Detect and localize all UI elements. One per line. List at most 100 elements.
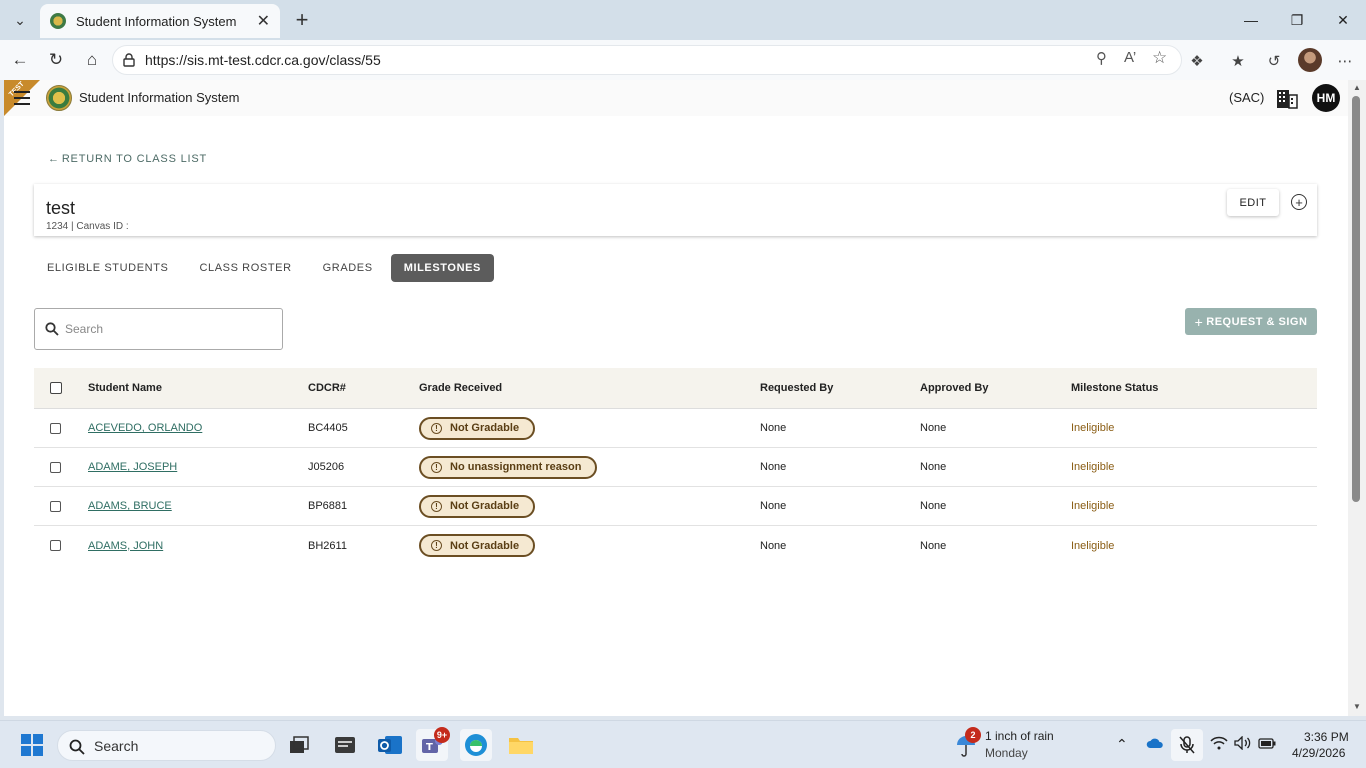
table-row: ADAMS, BRUCE BP6881 ! Not Gradable None N… [34,487,1317,526]
request-sign-button[interactable]: + REQUEST & SIGN [1185,308,1317,335]
restore-icon[interactable]: ❐ [1274,0,1320,40]
read-aloud-icon[interactable]: A’ [1124,49,1136,66]
zoom-icon[interactable]: ⚲ [1096,49,1107,67]
back-icon[interactable]: ← [6,46,34,74]
weather-icon[interactable]: 2 [950,727,982,761]
header-milestone-status[interactable]: Milestone Status [1071,368,1158,408]
tab-grades[interactable]: GRADES [310,254,386,282]
favorite-star-icon[interactable]: ☆ [1152,48,1167,68]
header-requested-by[interactable]: Requested By [760,368,833,408]
weather-day: Monday [985,746,1028,760]
more-options-icon[interactable]: ⋯ [1334,50,1356,72]
return-to-class-list-link[interactable]: ← RETURN TO CLASS LIST [48,153,209,165]
task-view-icon[interactable] [283,729,315,761]
browser-tab-bar: ⌄ Student Information System ✕ + — ❐ ✕ [0,0,1366,40]
window-close-icon[interactable]: ✕ [1320,0,1366,40]
class-header-card: test 1234 | Canvas ID : EDIT + [34,184,1317,236]
browser-toolbar: ← ↻ ⌂ https://sis.mt-test.cdcr.ca.gov/cl… [0,40,1366,80]
grade-badge: ! Not Gradable [419,416,536,440]
search-input[interactable]: Search [34,308,283,350]
grade-text: Not Gradable [450,422,520,434]
tab-class-roster[interactable]: CLASS ROSTER [186,254,304,282]
app-header: TEST Student Information System (SAC) HM [4,80,1348,116]
header-approved-by[interactable]: Approved By [920,368,988,408]
row-checkbox[interactable] [50,500,61,512]
return-label: RETURN TO CLASS LIST [61,153,207,165]
student-name-link[interactable]: ADAME, JOSEPH [88,448,177,486]
outlook-app-icon[interactable] [374,729,406,761]
tab-eligible-students[interactable]: ELIGIBLE STUDENTS [34,254,181,282]
minimize-icon[interactable]: — [1228,0,1274,40]
class-subtitle: 1234 | Canvas ID : [46,221,129,232]
menu-icon[interactable] [14,91,30,105]
scrollbar-thumb[interactable] [1352,96,1360,502]
page-scrollbar[interactable]: ▲ ▼ [1348,80,1366,716]
requested-by: None [760,500,787,512]
row-checkbox[interactable] [50,461,61,473]
volume-icon[interactable] [1234,735,1252,753]
table-row: ADAME, JOSEPH J05206 ! No unassignment re… [34,448,1317,487]
requested-by: None [760,539,787,552]
user-avatar[interactable]: HM [1312,84,1340,112]
table-row: ADAMS, JOHN BH2611 ! Not Gradable None No… [34,526,1317,565]
weather-summary: 1 inch of rain [985,729,1054,743]
clock-time[interactable]: 3:36 PM [1304,730,1349,744]
terminal-app-icon[interactable] [329,729,361,761]
wifi-icon[interactable] [1210,736,1228,753]
lock-icon [123,53,135,67]
show-hidden-icons-chevron-icon[interactable]: ⌃ [1116,736,1128,753]
grade-badge: ! Not Gradable [419,494,536,518]
header-grade-received[interactable]: Grade Received [419,368,502,408]
home-icon[interactable]: ⌂ [78,46,106,74]
history-icon[interactable]: ↺ [1263,50,1285,72]
teams-app-icon[interactable]: T 9+ [416,727,450,761]
tab-title: Student Information System [76,13,237,29]
close-tab-icon[interactable]: ✕ [257,11,270,31]
info-icon: ! [431,540,442,551]
onedrive-icon[interactable] [1146,736,1164,752]
browser-tab[interactable]: Student Information System ✕ [40,4,280,38]
scroll-down-icon[interactable]: ▼ [1353,702,1361,711]
scroll-up-icon[interactable]: ▲ [1353,83,1361,92]
app-title: Student Information System [79,90,240,105]
student-name-link[interactable]: ACEVEDO, ORLANDO [88,409,202,447]
approved-by: None [920,500,947,512]
tab-milestones[interactable]: MILESTONES [390,254,494,282]
arrow-left-icon: ← [48,153,60,165]
select-all-checkbox[interactable] [50,382,62,394]
location-label: (SAC) [1229,90,1265,105]
student-name-link[interactable]: ADAMS, BRUCE [88,487,172,525]
profile-avatar[interactable] [1298,48,1322,72]
student-name-link[interactable]: ADAMS, JOHN [88,526,163,565]
requested-by: None [760,422,787,434]
header-student-name[interactable]: Student Name [88,368,162,408]
milestone-status: Ineligible [1071,461,1115,473]
taskbar-search[interactable]: Search [57,730,276,761]
edit-button[interactable]: EDIT [1227,189,1279,216]
battery-icon[interactable] [1258,736,1276,752]
milestones-table: Student Name CDCR# Grade Received Reques… [34,368,1317,565]
microphone-muted-icon[interactable] [1171,729,1203,761]
row-checkbox[interactable] [50,422,61,434]
file-explorer-icon[interactable] [505,729,537,761]
cdcr-number: BC4405 [308,422,348,434]
header-cdcr[interactable]: CDCR# [308,368,346,408]
windows-start-icon[interactable] [21,734,43,756]
extensions-icon[interactable]: ❖ [1186,50,1208,72]
building-icon[interactable] [1276,87,1298,109]
request-sign-label: REQUEST & SIGN [1206,315,1308,328]
favicon-icon [50,13,66,29]
favorites-icon[interactable]: ★ [1227,50,1249,72]
address-bar[interactable]: https://sis.mt-test.cdcr.ca.gov/class/55 [112,45,1182,75]
tab-actions-menu-icon[interactable]: ⌄ [6,6,34,34]
new-tab-icon[interactable]: + [288,6,316,34]
search-icon [45,322,59,336]
row-checkbox[interactable] [50,540,61,551]
refresh-icon[interactable]: ↻ [42,46,70,74]
add-circle-icon[interactable]: + [1291,194,1307,210]
milestone-status: Ineligible [1071,500,1115,512]
edge-app-icon[interactable] [460,729,492,761]
clock-date[interactable]: 4/29/2026 [1292,746,1345,760]
milestone-status: Ineligible [1071,539,1115,552]
search-placeholder: Search [65,322,104,336]
